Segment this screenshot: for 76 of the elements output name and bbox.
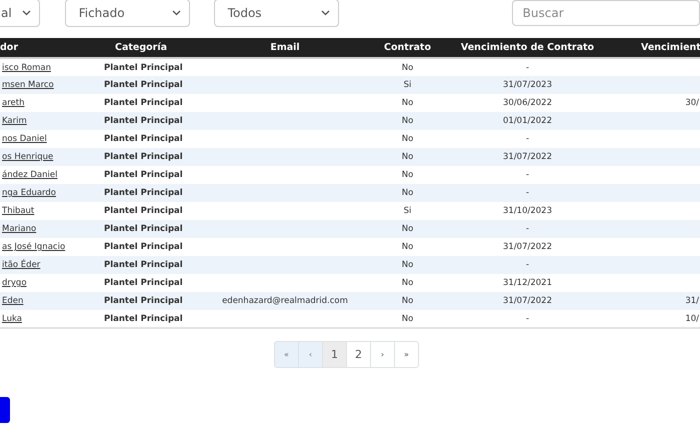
- category-cell: Plantel Principal: [104, 314, 183, 324]
- chevron-down-icon: [22, 10, 31, 16]
- expiry-cell: -: [526, 62, 530, 72]
- category-cell: Plantel Principal: [104, 260, 183, 270]
- contract-cell: No: [402, 224, 414, 234]
- contract-cell: No: [402, 62, 414, 72]
- expiry-cell: 31/07/2022: [503, 242, 552, 252]
- expiry-cell: -: [526, 260, 530, 270]
- contract-cell: Si: [404, 206, 412, 216]
- email-cell: edenhazard@realmadrid.com: [222, 296, 348, 306]
- player-link[interactable]: Karim: [2, 116, 27, 126]
- contract-cell: No: [402, 170, 414, 180]
- player-link[interactable]: drygo: [2, 278, 27, 288]
- category-cell: Plantel Principal: [104, 242, 183, 252]
- expiry-cell: -: [526, 134, 530, 144]
- category-cell: Plantel Principal: [104, 62, 183, 72]
- contract-cell: No: [402, 134, 414, 144]
- player-link[interactable]: isco Roman: [2, 62, 51, 72]
- expiry-cell: -: [526, 170, 530, 180]
- column-header: Email: [210, 38, 360, 58]
- player-link[interactable]: areth: [2, 98, 24, 108]
- category-cell: Plantel Principal: [104, 152, 183, 162]
- expiry-cell: 31/12/2021: [503, 278, 552, 288]
- page-button[interactable]: 1: [322, 341, 347, 368]
- contract-cell: No: [402, 314, 414, 324]
- category-cell: Plantel Principal: [104, 206, 183, 216]
- expiry-cell: 31/10/2023: [503, 206, 552, 216]
- expiry-cell: 01/01/2022: [503, 116, 552, 126]
- column-header: Categoría: [72, 38, 210, 58]
- contract-cell: No: [402, 260, 414, 270]
- expiry-cell: 30/06/2022: [503, 98, 552, 108]
- filter-select[interactable]: Fichado: [64, 0, 190, 26]
- table-cell: 31/: [685, 296, 699, 306]
- contract-cell: No: [402, 152, 414, 162]
- page-button[interactable]: »: [394, 341, 419, 368]
- expiry-cell: -: [526, 188, 530, 198]
- column-header: Contrato: [360, 38, 455, 58]
- category-cell: Plantel Principal: [104, 80, 183, 90]
- category-cell: Plantel Principal: [104, 134, 183, 144]
- category-cell: Plantel Principal: [104, 188, 183, 198]
- category-cell: Plantel Principal: [104, 224, 183, 234]
- category-cell: Plantel Principal: [104, 116, 183, 126]
- expiry-cell: 31/07/2022: [503, 296, 552, 306]
- chevron-down-icon: [172, 10, 181, 16]
- player-link[interactable]: Eden: [2, 296, 24, 306]
- expiry-cell: -: [526, 314, 530, 324]
- primary-button[interactable]: [0, 397, 10, 423]
- category-cell: Plantel Principal: [104, 170, 183, 180]
- contract-cell: No: [402, 296, 414, 306]
- filter-select[interactable]: Todos: [214, 0, 339, 26]
- contract-cell: No: [402, 278, 414, 288]
- player-link[interactable]: Thibaut: [2, 206, 34, 216]
- category-cell: Plantel Principal: [104, 278, 183, 288]
- player-link[interactable]: ández Daniel: [2, 170, 58, 180]
- contract-cell: Si: [404, 80, 412, 90]
- column-header: Vencimiento de Contrato: [455, 38, 600, 58]
- expiry-cell: -: [526, 224, 530, 234]
- page-button[interactable]: ›: [370, 341, 395, 368]
- contract-cell: No: [402, 98, 414, 108]
- expiry-cell: 31/07/2023: [503, 80, 552, 90]
- chevron-down-icon: [320, 10, 330, 16]
- player-link[interactable]: Luka: [2, 314, 22, 324]
- expiry-cell: 31/07/2022: [503, 152, 552, 162]
- category-cell: Plantel Principal: [104, 98, 183, 108]
- table-cell: 10/: [685, 314, 699, 324]
- contract-cell: No: [402, 188, 414, 198]
- column-header: dor: [0, 38, 72, 58]
- category-cell: Plantel Principal: [104, 296, 183, 306]
- filter-select[interactable]: al: [0, 0, 40, 26]
- page-button[interactable]: 2: [346, 341, 371, 368]
- contract-cell: No: [402, 242, 414, 252]
- player-link[interactable]: as José Ignacio: [2, 242, 66, 252]
- contract-cell: No: [402, 116, 414, 126]
- table-cell: 30/: [685, 98, 699, 108]
- player-link[interactable]: nos Daniel: [2, 134, 47, 144]
- search-field[interactable]: Buscar: [512, 0, 700, 26]
